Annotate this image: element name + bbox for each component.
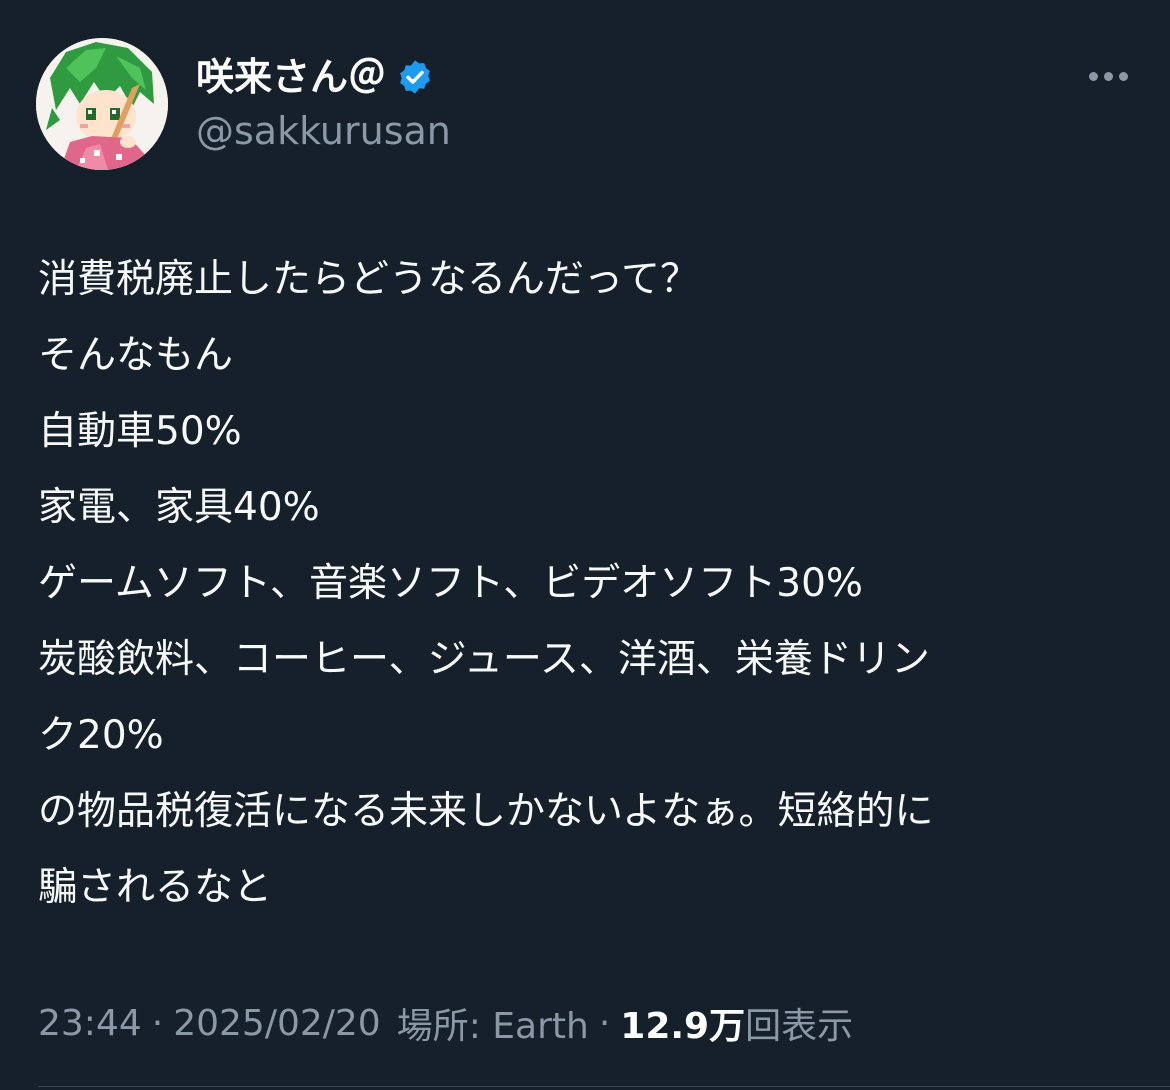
views-count[interactable]: 12.9万 [620, 997, 745, 1049]
display-name[interactable]: 咲来さん＠ [196, 52, 386, 102]
views-label: 回表示 [745, 1006, 854, 1047]
tweet-card: 咲来さん＠ @sakkurusan 消費税廃止したらどうなるんだって？ そんなも… [0, 0, 1170, 1090]
verified-badge-icon [396, 58, 434, 96]
tweet-line: 自動車50% [38, 409, 242, 454]
tweet-text: 消費税廃止したらどうなるんだって？ そんなもん 自動車50% 家電、家具40% … [38, 242, 1138, 926]
tweet-line: の物品税復活になる未来しかないよなぁ。短絡的に [38, 789, 934, 834]
tweet-line: 家電、家具40% [38, 485, 320, 530]
more-options-button[interactable] [1082, 56, 1134, 96]
author-name-row[interactable]: 咲来さん＠ [196, 52, 434, 102]
meta-separator: · [151, 1002, 164, 1044]
avatar[interactable] [36, 38, 168, 170]
tweet-line: ク20% [38, 713, 164, 758]
tweet-date[interactable]: 2025/02/20 [173, 1003, 381, 1044]
tweet-line: 消費税廃止したらどうなるんだって？ [38, 257, 700, 302]
tweet-location: 場所: Earth [396, 1006, 589, 1047]
more-options-icon-dot [1103, 71, 1113, 81]
tweet-time[interactable]: 23:44 [38, 1003, 142, 1044]
tweet-line: 炭酸飲料、コーヒー、ジュース、洋酒、栄養ドリン [38, 637, 930, 682]
meta-separator: · [598, 1002, 611, 1044]
tweet-line: 騙されるなと [38, 865, 273, 910]
avatar-image [36, 38, 168, 170]
divider [38, 1086, 1170, 1087]
tweet-line: そんなもん [38, 333, 234, 378]
more-options-icon-dot [1118, 71, 1128, 81]
tweet-line: ゲームソフト、音楽ソフト、ビデオソフト30% [38, 561, 863, 606]
more-options-icon [1088, 71, 1098, 81]
tweet-meta: 23:44 · 2025/02/20 場所: Earth · 12.9万 回表示 [38, 998, 853, 1048]
author-handle[interactable]: @sakkurusan [196, 106, 451, 156]
